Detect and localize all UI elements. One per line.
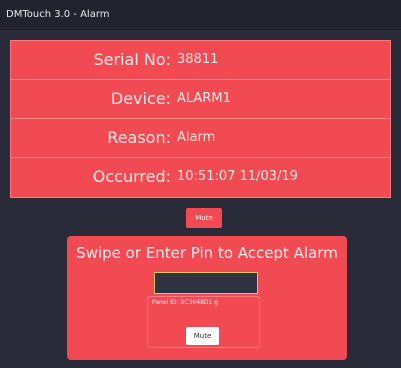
accept-alarm-panel: Swipe or Enter Pin to Accept Alarm Panel… xyxy=(67,236,347,360)
serial-label: Serial No: xyxy=(93,50,171,69)
panel-id-label: Panel ID: BC3648D1 g xyxy=(152,299,219,306)
pin-input[interactable] xyxy=(154,272,258,294)
alarm-info-panel: Serial No: 38811 Device: ALARM1 Reason: … xyxy=(10,40,391,198)
reason-row: Reason: Alarm xyxy=(11,119,390,158)
device-label: Device: xyxy=(110,89,171,108)
mute-button-top[interactable]: Mute xyxy=(186,208,222,228)
accept-alarm-title: Swipe or Enter Pin to Accept Alarm xyxy=(76,244,338,262)
mute-button-bottom[interactable]: Mute xyxy=(186,327,219,345)
reason-value: Alarm xyxy=(177,130,216,145)
occurred-label: Occurred: xyxy=(92,167,171,186)
device-value: ALARM1 xyxy=(177,91,231,106)
panel-card: Panel ID: BC3648D1 g Mute xyxy=(147,296,260,348)
reason-label: Reason: xyxy=(107,128,171,147)
serial-value: 38811 xyxy=(177,52,219,67)
device-row: Device: ALARM1 xyxy=(11,80,390,119)
window-title: DMTouch 3.0 - Alarm xyxy=(0,0,401,30)
occurred-value: 10:51:07 11/03/19 xyxy=(177,169,298,184)
serial-row: Serial No: 38811 xyxy=(11,41,390,80)
occurred-row: Occurred: 10:51:07 11/03/19 xyxy=(11,158,390,197)
